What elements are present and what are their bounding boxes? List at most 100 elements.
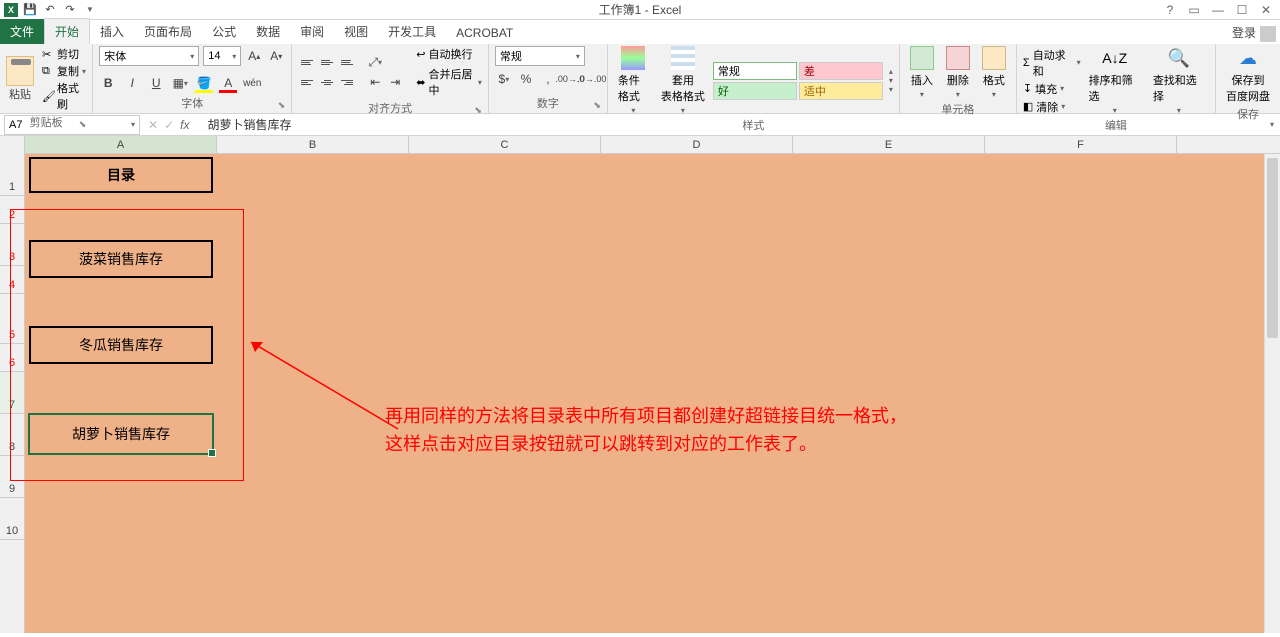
cell-a1[interactable]: 目录 <box>29 157 213 193</box>
style-bad[interactable]: 差 <box>799 62 883 80</box>
style-normal[interactable]: 常规 <box>713 62 797 80</box>
row-header-9[interactable]: 9 <box>0 456 24 498</box>
insert-cells-button[interactable]: 插入▾ <box>906 46 938 99</box>
row-header-7[interactable]: 7 <box>0 372 24 414</box>
save-baidu-button[interactable]: ☁保存到 百度网盘 <box>1222 46 1274 104</box>
paste-button[interactable]: 粘贴 <box>6 56 34 102</box>
save-icon[interactable]: 💾 <box>22 2 38 18</box>
qat-dropdown-icon[interactable]: ▼ <box>82 2 98 18</box>
sort-filter-button[interactable]: A↓Z排序和筛选▾ <box>1085 46 1145 115</box>
comma-button[interactable]: , <box>539 70 557 88</box>
col-header-e[interactable]: E <box>793 136 985 153</box>
conditional-format-button[interactable]: 条件格式▾ <box>614 46 653 115</box>
clipboard-launcher-icon[interactable]: ⬊ <box>79 119 87 130</box>
select-all-corner[interactable] <box>0 136 25 154</box>
gallery-down-icon[interactable]: ▾ <box>889 76 893 85</box>
align-top-icon[interactable] <box>298 53 316 71</box>
copy-button[interactable]: ⧉复制 ▾ <box>42 63 86 79</box>
login-link[interactable]: 登录 <box>1232 24 1276 42</box>
tab-review[interactable]: 审阅 <box>290 19 334 44</box>
autosum-button[interactable]: Σ自动求和▾ <box>1023 47 1081 79</box>
fill-button[interactable]: ↧填充▾ <box>1023 81 1081 97</box>
currency-button[interactable]: $▾ <box>495 70 513 88</box>
number-format-combo[interactable]: 常规▾ <box>495 46 585 66</box>
col-header-a[interactable]: A <box>25 136 217 153</box>
row-header-8[interactable]: 8 <box>0 414 24 456</box>
help-icon[interactable]: ? <box>1162 2 1178 18</box>
row-header-1[interactable]: 1 <box>0 154 24 196</box>
row-header-4[interactable]: 4 <box>0 266 24 294</box>
phonetic-button[interactable]: wén <box>243 74 261 92</box>
decrease-decimal-icon[interactable]: .0→.00 <box>583 70 601 88</box>
vertical-scrollbar[interactable] <box>1264 154 1280 633</box>
tab-layout[interactable]: 页面布局 <box>134 19 202 44</box>
orientation-button[interactable]: ⤢▾ <box>366 53 384 71</box>
tab-acrobat[interactable]: ACROBAT <box>446 22 523 44</box>
number-launcher-icon[interactable]: ⬊ <box>593 100 601 111</box>
tab-formulas[interactable]: 公式 <box>202 19 246 44</box>
tab-file[interactable]: 文件 <box>0 19 44 44</box>
increase-decimal-icon[interactable]: .00→.0 <box>561 70 579 88</box>
cell-a5[interactable]: 冬瓜销售库存 <box>29 326 213 364</box>
find-select-button[interactable]: 🔍查找和选择▾ <box>1149 46 1209 115</box>
tab-view[interactable]: 视图 <box>334 19 378 44</box>
style-good[interactable]: 好 <box>713 82 797 100</box>
style-neutral[interactable]: 适中 <box>799 82 883 100</box>
align-middle-icon[interactable] <box>318 53 336 71</box>
increase-font-icon[interactable]: A▴ <box>245 47 263 65</box>
table-format-button[interactable]: 套用 表格格式▾ <box>657 46 709 115</box>
col-header-b[interactable]: B <box>217 136 409 153</box>
ribbon-options-icon[interactable]: ▭ <box>1186 2 1202 18</box>
enter-formula-icon[interactable]: ✓ <box>164 118 174 132</box>
minimize-icon[interactable]: — <box>1210 2 1226 18</box>
delete-cells-button[interactable]: 删除▾ <box>942 46 974 99</box>
decrease-indent-icon[interactable]: ⇤ <box>366 73 384 91</box>
align-bottom-icon[interactable] <box>338 53 356 71</box>
grid-canvas[interactable]: 目录 菠菜销售库存 冬瓜销售库存 胡萝卜销售库存 再用同样的方法将目录表中所有项… <box>25 154 1280 633</box>
fill-color-button[interactable]: 🪣 <box>195 74 213 92</box>
close-icon[interactable]: ✕ <box>1258 2 1274 18</box>
align-center-icon[interactable] <box>318 73 336 91</box>
undo-icon[interactable]: ↶ <box>42 2 58 18</box>
font-color-button[interactable]: A <box>219 74 237 92</box>
clear-button[interactable]: ◧清除▾ <box>1023 99 1081 115</box>
redo-icon[interactable]: ↷ <box>62 2 78 18</box>
row-header-3[interactable]: 3 <box>0 224 24 266</box>
font-launcher-icon[interactable]: ⬊ <box>278 100 286 111</box>
row-header-5[interactable]: 5 <box>0 294 24 344</box>
tab-developer[interactable]: 开发工具 <box>378 19 446 44</box>
scrollbar-thumb[interactable] <box>1267 158 1278 338</box>
maximize-icon[interactable]: ☐ <box>1234 2 1250 18</box>
cut-button[interactable]: ✂剪切 <box>42 46 86 62</box>
font-size-combo[interactable]: 14▾ <box>203 46 241 66</box>
format-cells-button[interactable]: 格式▾ <box>978 46 1010 99</box>
merge-center-button[interactable]: ⬌合并后居中▾ <box>416 66 482 98</box>
bold-button[interactable]: B <box>99 74 117 92</box>
font-name-combo[interactable]: 宋体▾ <box>99 46 199 66</box>
tab-insert[interactable]: 插入 <box>90 19 134 44</box>
gallery-more-icon[interactable]: ▾ <box>889 85 893 94</box>
wrap-text-button[interactable]: ↩自动换行 <box>416 46 482 62</box>
underline-button[interactable]: U <box>147 74 165 92</box>
cell-a3[interactable]: 菠菜销售库存 <box>29 240 213 278</box>
percent-button[interactable]: % <box>517 70 535 88</box>
row-header-2[interactable]: 2 <box>0 196 24 224</box>
cell-styles-gallery[interactable]: 常规 差 好 适中 <box>713 62 883 100</box>
increase-indent-icon[interactable]: ⇥ <box>386 73 404 91</box>
italic-button[interactable]: I <box>123 74 141 92</box>
format-painter-button[interactable]: 🖌格式刷 <box>42 80 86 112</box>
fx-icon[interactable]: fx <box>180 118 189 132</box>
align-right-icon[interactable] <box>338 73 356 91</box>
align-launcher-icon[interactable]: ⬊ <box>474 105 482 116</box>
tab-home[interactable]: 开始 <box>44 18 90 44</box>
col-header-c[interactable]: C <box>409 136 601 153</box>
row-header-6[interactable]: 6 <box>0 344 24 372</box>
tab-data[interactable]: 数据 <box>246 19 290 44</box>
cancel-formula-icon[interactable]: ✕ <box>148 118 158 132</box>
col-header-d[interactable]: D <box>601 136 793 153</box>
border-button[interactable]: ▦▾ <box>171 74 189 92</box>
row-header-10[interactable]: 10 <box>0 498 24 540</box>
cell-a7-selected[interactable]: 胡萝卜销售库存 <box>29 414 213 454</box>
gallery-up-icon[interactable]: ▴ <box>889 67 893 76</box>
align-left-icon[interactable] <box>298 73 316 91</box>
